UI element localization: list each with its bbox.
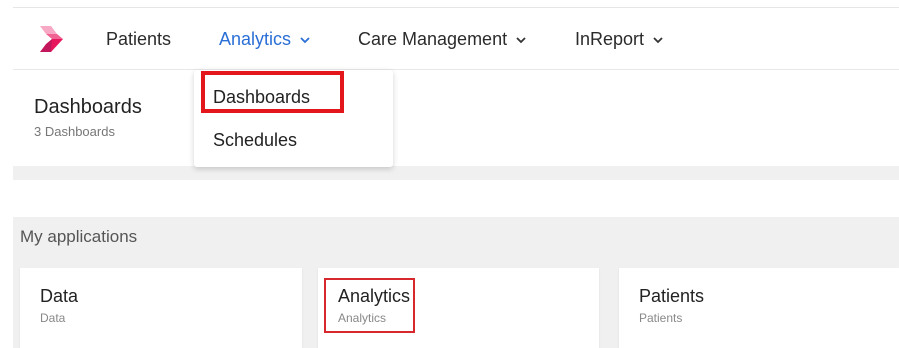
section-label: My applications: [20, 227, 138, 246]
app-card-title: Data: [40, 286, 79, 306]
app-card-patients[interactable]: Patients Patients: [619, 268, 899, 348]
nav-inreport[interactable]: InReport: [575, 28, 663, 50]
analytics-card-highlight-box: [324, 278, 415, 333]
dashboards-highlight-box: [201, 71, 344, 113]
brand-logo-icon[interactable]: [37, 25, 64, 53]
nav-care-management-label: Care Management: [358, 29, 508, 49]
chevron-down-icon: [653, 37, 663, 44]
page-header: Dashboards 3 Dashboards: [13, 70, 899, 166]
nav-patients-label: Patients: [106, 29, 172, 49]
app-card-subtitle: Data: [40, 311, 66, 325]
nav-care-management[interactable]: Care Management: [358, 28, 526, 50]
page-title: Dashboards: [34, 96, 142, 118]
my-applications-section: My applications Data Data Analytics Anal…: [13, 217, 899, 348]
menu-item-schedules[interactable]: Schedules: [213, 130, 297, 151]
app-card-data[interactable]: Data Data: [20, 268, 302, 348]
top-navigation: Patients Analytics Care Management InRep…: [13, 7, 899, 70]
page-subtitle: 3 Dashboards: [34, 124, 115, 139]
chevron-down-icon: [516, 37, 526, 44]
nav-patients[interactable]: Patients: [106, 28, 171, 50]
chevron-down-icon: [300, 37, 310, 44]
app-card-subtitle: Patients: [639, 311, 683, 325]
app-card-title: Patients: [639, 286, 705, 306]
header-divider-band: [13, 166, 899, 180]
nav-inreport-label: InReport: [575, 29, 645, 49]
nav-analytics[interactable]: Analytics: [219, 28, 310, 50]
nav-analytics-label: Analytics: [219, 29, 292, 49]
